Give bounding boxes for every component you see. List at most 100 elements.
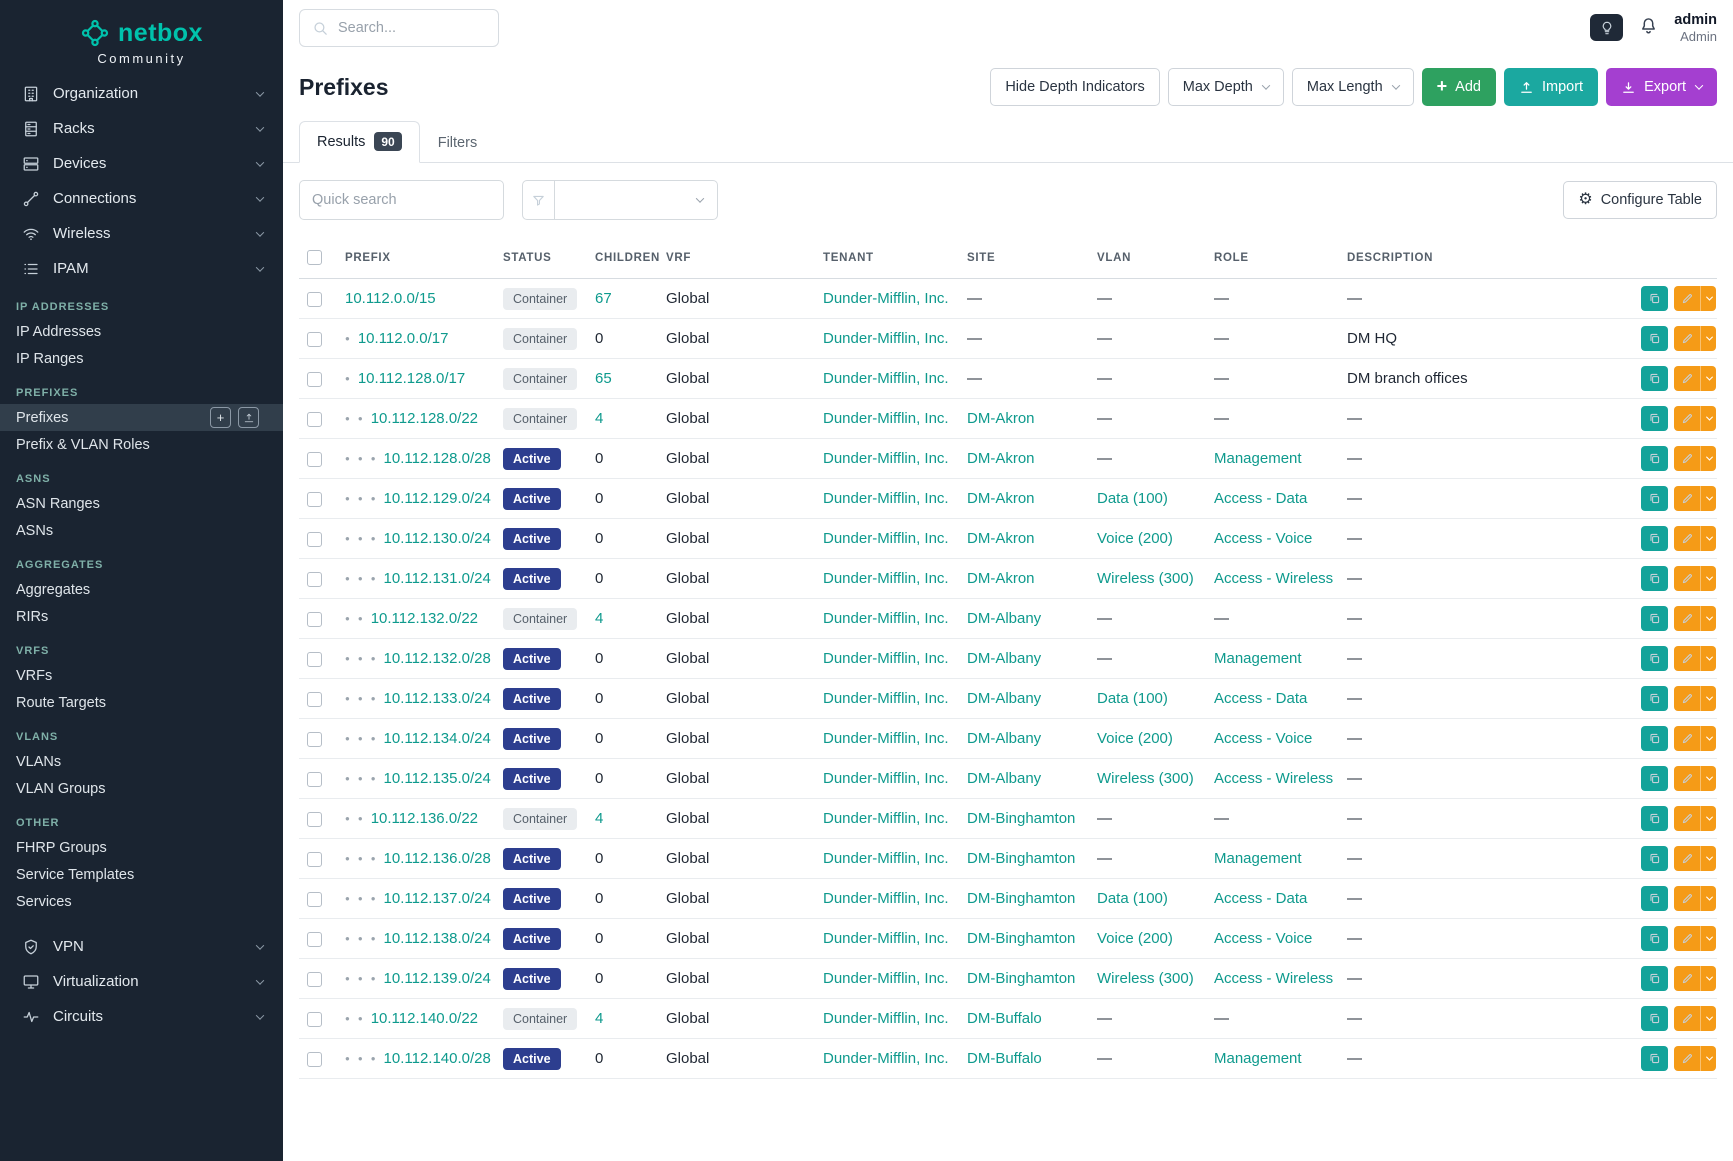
column-header-children[interactable]: Children [587,237,658,279]
clone-button[interactable] [1641,526,1668,551]
prefix-link[interactable]: 10.112.133.0/24 [384,690,491,707]
global-search[interactable] [299,9,499,47]
tenant-link[interactable]: Dunder-Mifflin, Inc. [823,1050,949,1067]
role-link[interactable]: Management [1214,1050,1302,1067]
prefix-link[interactable]: 10.112.130.0/24 [384,530,491,547]
tenant-link[interactable]: Dunder-Mifflin, Inc. [823,530,949,547]
sidebar-item-asn-ranges[interactable]: ASN Ranges [0,490,283,517]
tenant-link[interactable]: Dunder-Mifflin, Inc. [823,490,949,507]
tenant-link[interactable]: Dunder-Mifflin, Inc. [823,410,949,427]
column-header-role[interactable]: Role [1206,237,1339,279]
site-link[interactable]: DM-Akron [967,450,1035,467]
edit-dropdown-button[interactable] [1700,526,1716,551]
hide-depth-indicators-button[interactable]: Hide Depth Indicators [990,68,1159,106]
clone-button[interactable] [1641,486,1668,511]
clone-button[interactable] [1641,806,1668,831]
prefix-link[interactable]: 10.112.132.0/22 [371,610,478,627]
max-length-dropdown[interactable]: Max Length [1292,68,1414,106]
edit-button[interactable] [1674,1006,1700,1031]
role-link[interactable]: Access - Voice [1214,730,1312,747]
sidebar-item-asns[interactable]: ASNs [0,517,283,544]
sidebar-item-ip-addresses[interactable]: IP Addresses [0,318,283,345]
tenant-link[interactable]: Dunder-Mifflin, Inc. [823,650,949,667]
sidebar-item-route-targets[interactable]: Route Targets [0,689,283,716]
column-header-vlan[interactable]: VLAN [1089,237,1206,279]
sidebar-item-wireless[interactable]: Wireless [0,216,283,251]
row-checkbox[interactable] [307,612,322,627]
import-button[interactable]: Import [1504,68,1598,106]
add-button[interactable]: +Add [1422,68,1496,106]
tenant-link[interactable]: Dunder-Mifflin, Inc. [823,570,949,587]
clone-button[interactable] [1641,766,1668,791]
row-checkbox[interactable] [307,452,322,467]
edit-dropdown-button[interactable] [1700,406,1716,431]
clone-button[interactable] [1641,966,1668,991]
edit-dropdown-button[interactable] [1700,726,1716,751]
site-link[interactable]: DM-Albany [967,770,1041,787]
sidebar-item-circuits[interactable]: Circuits [0,999,283,1034]
vlan-link[interactable]: Wireless (300) [1097,770,1194,787]
tab-results[interactable]: Results 90 [299,121,420,163]
row-checkbox[interactable] [307,292,322,307]
row-checkbox[interactable] [307,492,322,507]
edit-button[interactable] [1674,966,1700,991]
sidebar-item-aggregates[interactable]: Aggregates [0,576,283,603]
column-header-prefix[interactable]: Prefix [337,237,495,279]
quick-import-button[interactable] [238,407,259,428]
clone-button[interactable] [1641,726,1668,751]
filter-button[interactable] [522,180,555,220]
sidebar-item-services[interactable]: Services [0,888,283,915]
edit-button[interactable] [1674,1046,1700,1071]
vlan-link[interactable]: Voice (200) [1097,530,1173,547]
edit-dropdown-button[interactable] [1700,1046,1716,1071]
children-count-link[interactable]: 4 [595,610,603,627]
clone-button[interactable] [1641,686,1668,711]
edit-dropdown-button[interactable] [1700,326,1716,351]
edit-button[interactable] [1674,846,1700,871]
children-count-link[interactable]: 4 [595,1010,603,1027]
clone-button[interactable] [1641,446,1668,471]
prefix-link[interactable]: 10.112.134.0/24 [384,730,491,747]
row-checkbox[interactable] [307,852,322,867]
site-link[interactable]: DM-Akron [967,410,1035,427]
row-checkbox[interactable] [307,972,322,987]
edit-button[interactable] [1674,806,1700,831]
edit-button[interactable] [1674,886,1700,911]
edit-button[interactable] [1674,486,1700,511]
prefix-link[interactable]: 10.112.128.0/22 [371,410,478,427]
row-checkbox[interactable] [307,652,322,667]
sidebar-item-prefixes[interactable]: Prefixes+ [0,404,283,431]
site-link[interactable]: DM-Albany [967,690,1041,707]
prefix-link[interactable]: 10.112.136.0/28 [384,850,491,867]
column-header-status[interactable]: Status [495,237,587,279]
role-link[interactable]: Access - Data [1214,490,1307,507]
prefix-link[interactable]: 10.112.135.0/24 [384,770,491,787]
edit-button[interactable] [1674,686,1700,711]
edit-dropdown-button[interactable] [1700,366,1716,391]
edit-button[interactable] [1674,366,1700,391]
site-link[interactable]: DM-Binghamton [967,850,1075,867]
edit-dropdown-button[interactable] [1700,966,1716,991]
sidebar-item-fhrp-groups[interactable]: FHRP Groups [0,834,283,861]
column-header-site[interactable]: Site [959,237,1089,279]
tenant-link[interactable]: Dunder-Mifflin, Inc. [823,930,949,947]
role-link[interactable]: Access - Voice [1214,530,1312,547]
vlan-link[interactable]: Wireless (300) [1097,570,1194,587]
row-checkbox[interactable] [307,1052,322,1067]
clone-button[interactable] [1641,846,1668,871]
global-search-input[interactable] [338,20,486,36]
edit-dropdown-button[interactable] [1700,286,1716,311]
edit-dropdown-button[interactable] [1700,686,1716,711]
role-link[interactable]: Access - Data [1214,890,1307,907]
clone-button[interactable] [1641,366,1668,391]
edit-dropdown-button[interactable] [1700,566,1716,591]
vlan-link[interactable]: Voice (200) [1097,730,1173,747]
tenant-link[interactable]: Dunder-Mifflin, Inc. [823,450,949,467]
clone-button[interactable] [1641,606,1668,631]
edit-button[interactable] [1674,606,1700,631]
edit-dropdown-button[interactable] [1700,886,1716,911]
sidebar-item-rirs[interactable]: RIRs [0,603,283,630]
edit-dropdown-button[interactable] [1700,606,1716,631]
site-link[interactable]: DM-Albany [967,650,1041,667]
children-count-link[interactable]: 65 [595,370,612,387]
